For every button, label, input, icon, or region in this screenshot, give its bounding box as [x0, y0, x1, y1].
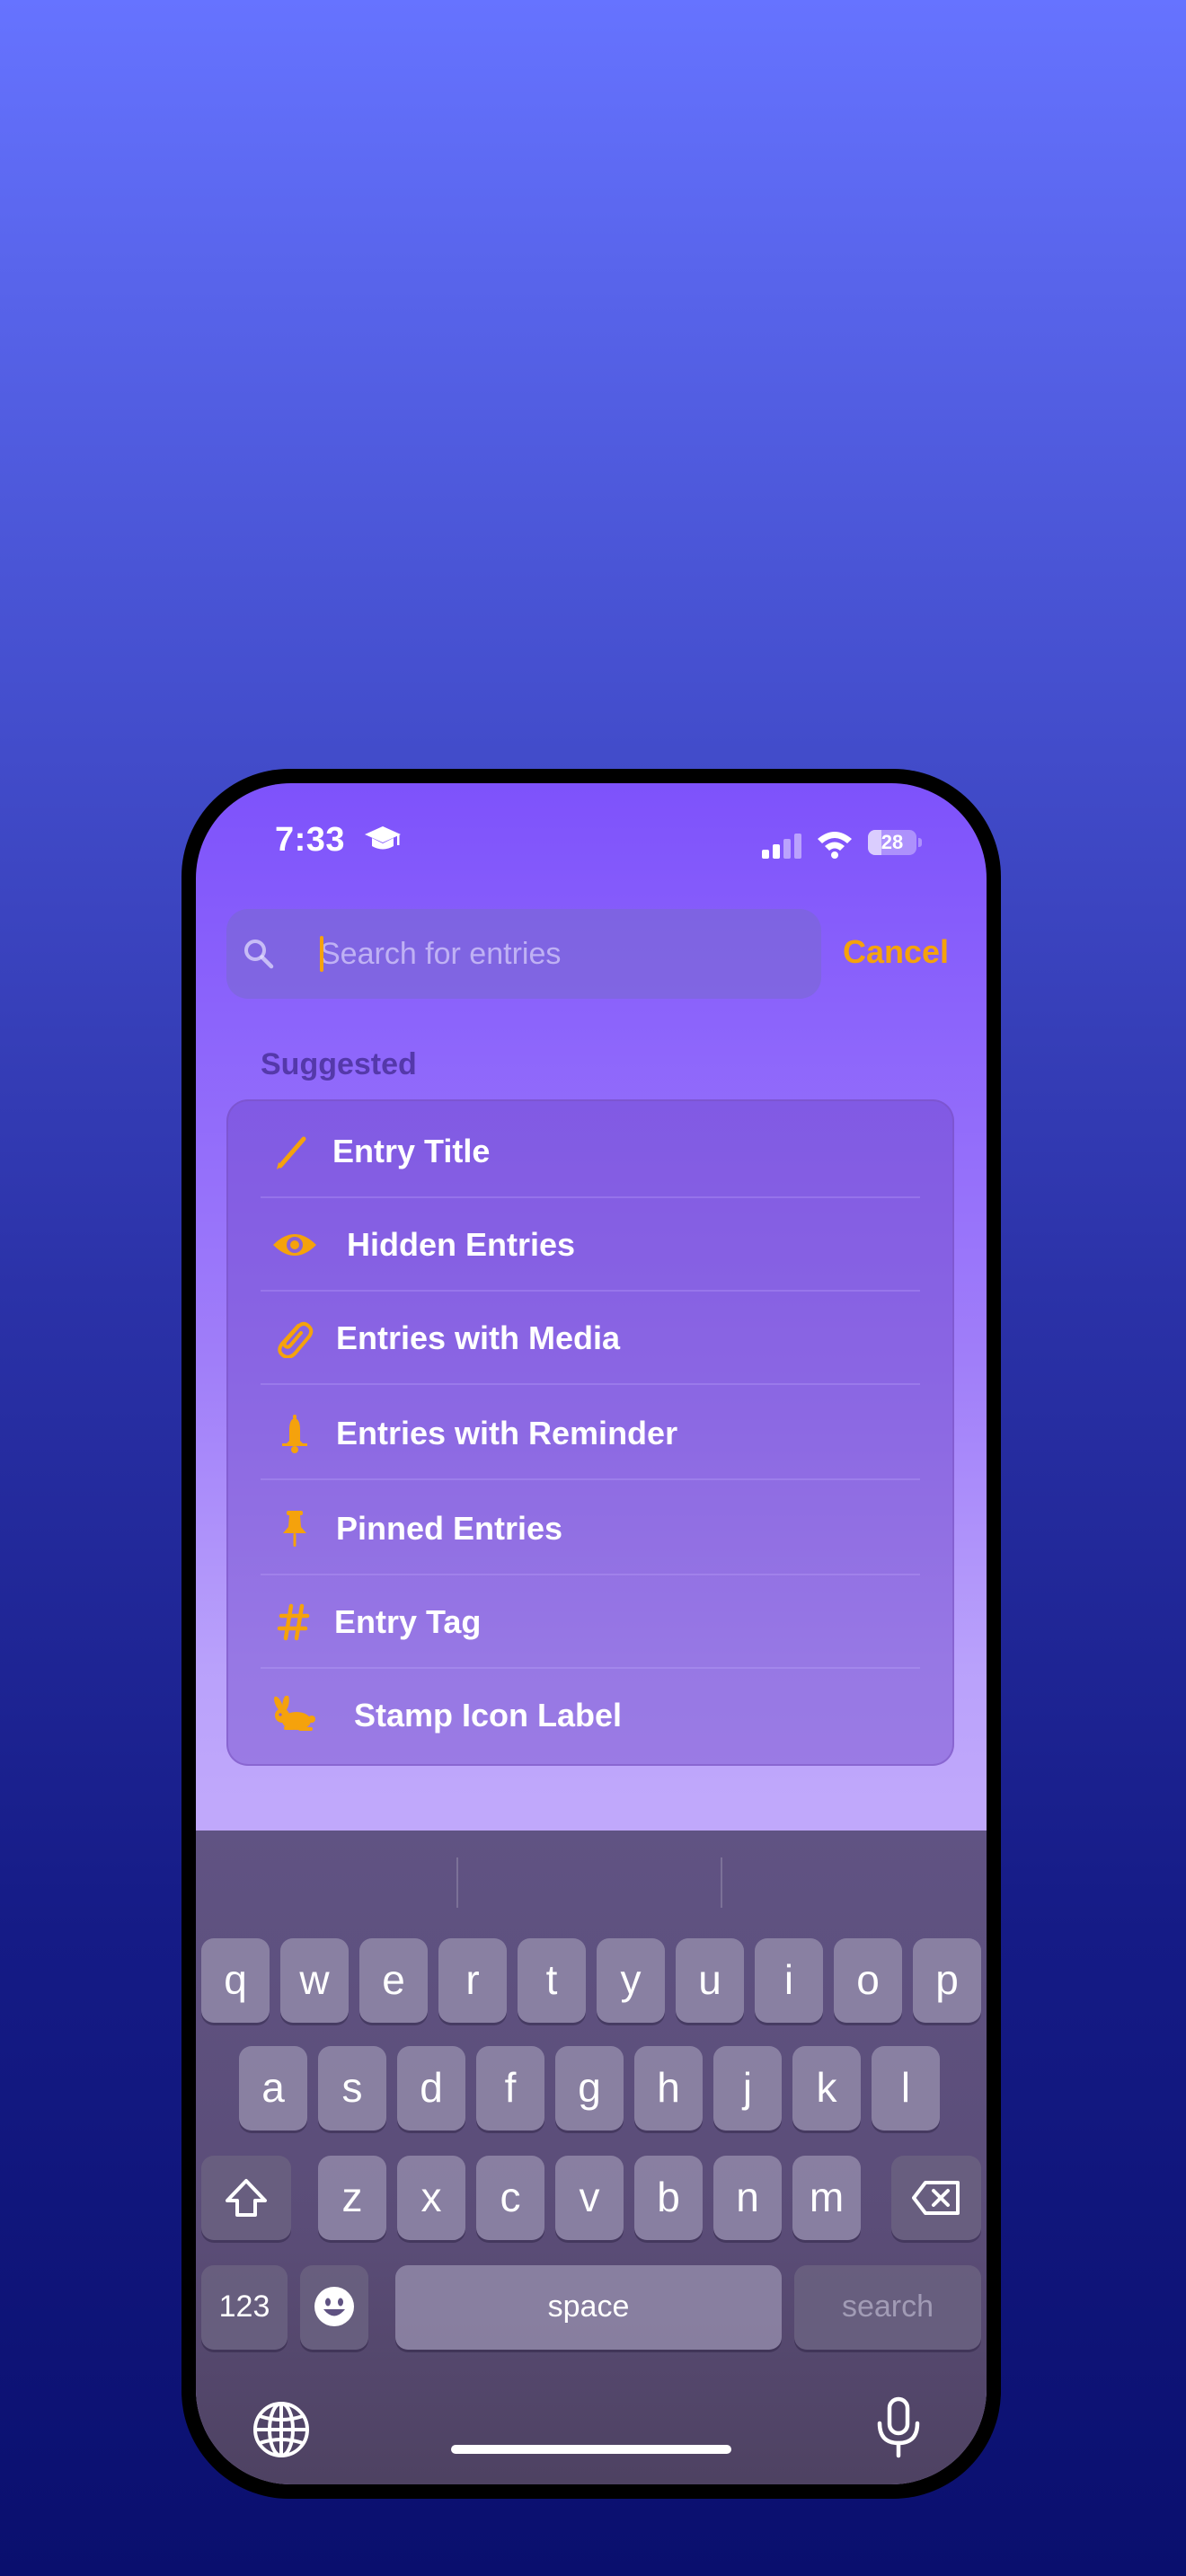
- key-z[interactable]: z: [318, 2156, 386, 2240]
- key-o[interactable]: o: [834, 1938, 902, 2023]
- suggestion-hidden-entries[interactable]: Hidden Entries: [228, 1198, 952, 1292]
- row-divider: [261, 1478, 920, 1480]
- emoji-icon: [314, 2287, 354, 2326]
- emoji-key[interactable]: [300, 2265, 368, 2350]
- graduation-cap-icon: [365, 826, 401, 850]
- suggestion-entries-with-media[interactable]: Entries with Media: [228, 1292, 952, 1385]
- key-v[interactable]: v: [555, 2156, 624, 2240]
- shift-icon: [226, 2179, 267, 2217]
- key-d[interactable]: d: [397, 2046, 465, 2130]
- battery-body: 28: [868, 830, 916, 855]
- key-m[interactable]: m: [792, 2156, 861, 2240]
- search-bar[interactable]: [226, 909, 821, 999]
- backspace-icon: [912, 2181, 960, 2215]
- suggestion-entry-tag[interactable]: Entry Tag: [228, 1575, 952, 1669]
- key-w[interactable]: w: [280, 1938, 349, 2023]
- bell-icon: [282, 1415, 307, 1453]
- suggestion-label: Entry Tag: [334, 1603, 482, 1640]
- app-screen: 7:33 28 Search for entries Cancel Sugges…: [196, 783, 987, 2484]
- key-e[interactable]: e: [359, 1938, 428, 2023]
- shift-key[interactable]: [201, 2156, 291, 2240]
- text-cursor: [320, 936, 323, 972]
- suggestion-label: Hidden Entries: [347, 1226, 576, 1263]
- pin-icon: [283, 1511, 306, 1547]
- key-p[interactable]: p: [913, 1938, 981, 2023]
- cellular-signal-icon: [762, 834, 801, 859]
- suggestion-label: Pinned Entries: [336, 1510, 563, 1547]
- key-u[interactable]: u: [676, 1938, 744, 2023]
- home-indicator[interactable]: [451, 2445, 731, 2454]
- suggested-header: Suggested: [261, 1047, 417, 1081]
- search-input[interactable]: [320, 909, 805, 999]
- key-x[interactable]: x: [397, 2156, 465, 2240]
- phone-frame: 7:33 28 Search for entries Cancel Sugges…: [181, 769, 1001, 2499]
- space-key[interactable]: space: [395, 2265, 782, 2350]
- suggestion-pinned-entries[interactable]: Pinned Entries: [228, 1482, 952, 1575]
- suggestion-entries-with-reminder[interactable]: Entries with Reminder: [228, 1387, 952, 1480]
- wifi-icon: [818, 832, 852, 859]
- key-g[interactable]: g: [555, 2046, 624, 2130]
- key-c[interactable]: c: [476, 2156, 544, 2240]
- key-h[interactable]: h: [634, 2046, 703, 2130]
- delete-key[interactable]: [891, 2156, 981, 2240]
- paperclip-icon: [278, 1321, 314, 1358]
- eye-icon: [273, 1234, 316, 1256]
- key-r[interactable]: r: [438, 1938, 507, 2023]
- status-time: 7:33: [275, 821, 346, 859]
- key-a[interactable]: a: [239, 2046, 307, 2130]
- numbers-key[interactable]: 123: [201, 2265, 288, 2350]
- prediction-divider: [721, 1857, 722, 1908]
- key-l[interactable]: l: [872, 2046, 940, 2130]
- key-t[interactable]: t: [518, 1938, 586, 2023]
- battery-indicator: 28: [868, 830, 922, 855]
- suggestion-label: Stamp Icon Label: [354, 1697, 623, 1734]
- key-j[interactable]: j: [713, 2046, 782, 2130]
- suggestion-label: Entry Title: [332, 1133, 491, 1169]
- suggested-list: Entry Title Hidden Entries Entries with …: [226, 1099, 954, 1766]
- keyboard: q w e r t y u i o p a s d f g h j k l z …: [196, 1831, 987, 2484]
- microphone-icon[interactable]: [873, 2396, 924, 2459]
- suggestion-entry-title[interactable]: Entry Title: [228, 1105, 952, 1198]
- suggestion-label: Entries with Media: [336, 1319, 621, 1356]
- suggestion-label: Entries with Reminder: [336, 1415, 678, 1451]
- cancel-button[interactable]: Cancel: [843, 927, 949, 977]
- rabbit-icon: [274, 1696, 315, 1731]
- key-s[interactable]: s: [318, 2046, 386, 2130]
- search-icon: [244, 940, 274, 969]
- row-divider: [261, 1383, 920, 1385]
- battery-tip: [918, 838, 922, 847]
- key-f[interactable]: f: [476, 2046, 544, 2130]
- pencil-icon: [277, 1136, 306, 1169]
- key-k[interactable]: k: [792, 2046, 861, 2130]
- key-y[interactable]: y: [597, 1938, 665, 2023]
- search-key[interactable]: search: [794, 2265, 981, 2350]
- prediction-divider: [456, 1857, 458, 1908]
- hashtag-icon: [277, 1603, 310, 1641]
- status-bar: 7:33 28: [196, 783, 987, 873]
- key-q[interactable]: q: [201, 1938, 270, 2023]
- battery-level: 28: [881, 831, 904, 853]
- globe-icon[interactable]: [252, 2400, 311, 2459]
- key-n[interactable]: n: [713, 2156, 782, 2240]
- key-b[interactable]: b: [634, 2156, 703, 2240]
- suggestion-stamp-icon-label[interactable]: Stamp Icon Label: [228, 1669, 952, 1762]
- key-i[interactable]: i: [755, 1938, 823, 2023]
